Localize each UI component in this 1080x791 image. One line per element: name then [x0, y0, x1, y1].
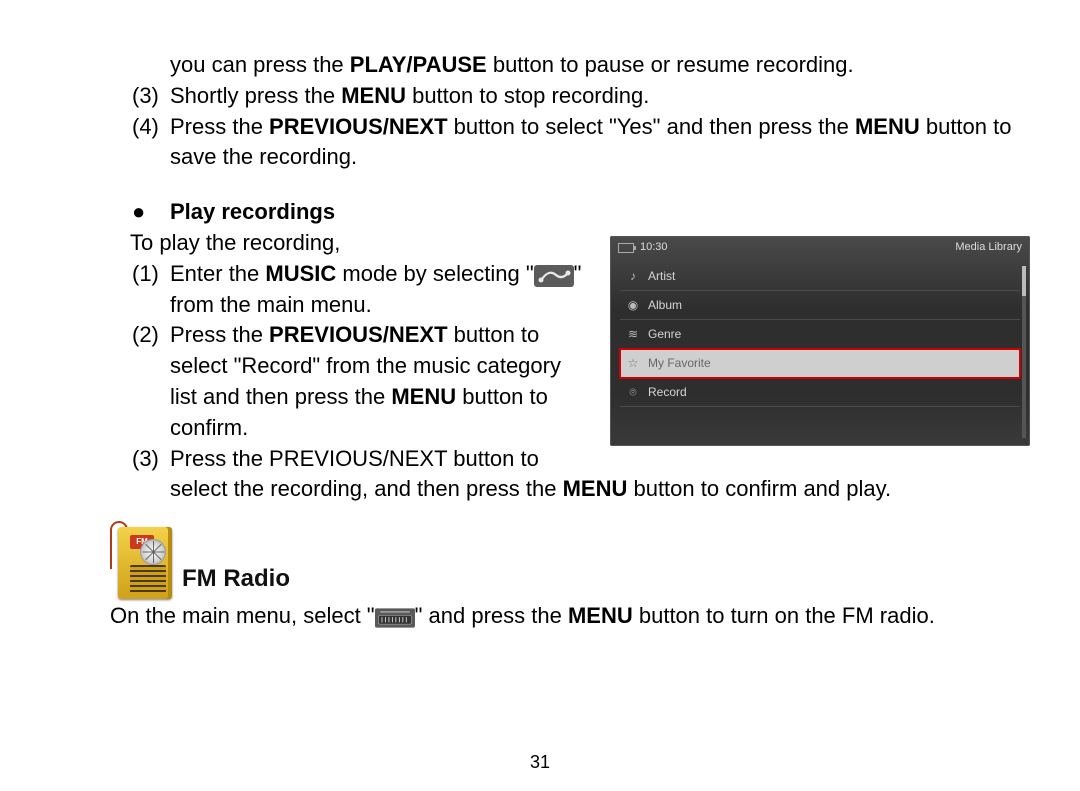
button-name-prevnext: PREVIOUS/NEXT [269, 322, 447, 347]
row-label: Record [648, 384, 687, 401]
play-item-1: (1)Enter the MUSIC mode by selecting " "… [50, 259, 592, 321]
list-row-record: ⌾ Record [620, 378, 1020, 407]
fm-instruction-line: On the main menu, select " " and press t… [50, 601, 1030, 632]
fm-radio-icon: FM [110, 521, 172, 599]
text: button to select "Yes" and then press th… [448, 114, 855, 139]
item-number: (3) [132, 444, 170, 475]
text: Press the [170, 114, 269, 139]
section-heading-fm-radio: FM Radio [182, 562, 290, 600]
button-name-menu: MENU [563, 476, 628, 501]
row-label: My Favorite [648, 355, 711, 372]
text: button to confirm and play. [627, 476, 891, 501]
play-item-3-start: (3)Press the PREVIOUS/NEXT button to [50, 444, 592, 475]
list-row-album: ◉ Album [620, 291, 1020, 320]
battery-icon [618, 243, 634, 253]
music-mode-icon [534, 265, 574, 287]
row-label: Album [648, 297, 682, 314]
list-item-3: (3)Shortly press the MENU button to stop… [50, 81, 1030, 112]
text: button to stop recording. [406, 83, 649, 108]
mode-name-music: MUSIC [265, 261, 336, 286]
intro-line: To play the recording, [50, 228, 592, 259]
text: select the recording, and then press the [170, 476, 563, 501]
section-fm-radio: FM FM Radio [50, 521, 1030, 599]
list-row-genre: ≋ Genre [620, 320, 1020, 349]
artist-icon: ♪ [626, 268, 640, 285]
button-name-playpause: PLAY/PAUSE [350, 52, 487, 77]
text: button to turn on the FM radio. [633, 603, 935, 628]
favorite-icon: ☆ [626, 355, 640, 372]
text: you can press the [170, 52, 350, 77]
text: button to pause or resume recording. [487, 52, 854, 77]
text: Shortly press the [170, 83, 341, 108]
scrollbar [1022, 266, 1026, 438]
genre-icon: ≋ [626, 326, 640, 343]
row-label: Artist [648, 268, 675, 285]
manual-page: you can press the PLAY/PAUSE button to p… [0, 0, 1080, 791]
button-name-menu: MENU [391, 384, 456, 409]
device-screenshot-media-library: 10:30 Media Library ♪ Artist ◉ Album ≋ [610, 236, 1030, 446]
heading-text: Play recordings [170, 199, 335, 224]
item-number: (3) [132, 81, 170, 112]
play-item-3-wrap: select the recording, and then press the… [50, 474, 1030, 505]
section-heading-play-recordings: ●Play recordings [50, 197, 1030, 228]
fm-mode-icon [375, 607, 415, 629]
text: Enter the [170, 261, 265, 286]
play-item-2: (2)Press the PREVIOUS/NEXT button to sel… [50, 320, 592, 443]
page-number: 31 [0, 752, 1080, 773]
button-name-menu: MENU [568, 603, 633, 628]
text: On the main menu, select " [110, 603, 375, 628]
item-number: (1) [132, 259, 170, 290]
bullet-icon: ● [132, 197, 170, 228]
list-row-artist: ♪ Artist [620, 262, 1020, 291]
button-name-menu: MENU [341, 83, 406, 108]
text: Press the [170, 322, 269, 347]
item-number: (4) [132, 112, 170, 143]
list-item-4: (4)Press the PREVIOUS/NEXT button to sel… [50, 112, 1030, 174]
list-row-my-favorite: ☆ My Favorite [620, 349, 1020, 378]
media-library-list: ♪ Artist ◉ Album ≋ Genre ☆ My Favorite [620, 262, 1020, 407]
button-name-prevnext: PREVIOUS/NEXT [269, 114, 447, 139]
text: mode by selecting " [336, 261, 533, 286]
button-name-menu: MENU [855, 114, 920, 139]
album-icon: ◉ [626, 297, 640, 314]
screen-title: Media Library [955, 240, 1022, 255]
paragraph-continuation: you can press the PLAY/PAUSE button to p… [50, 50, 1030, 81]
text: " and press the [415, 603, 568, 628]
row-label: Genre [648, 326, 681, 343]
status-time: 10:30 [640, 240, 668, 255]
record-icon: ⌾ [626, 384, 640, 401]
item-number: (2) [132, 320, 170, 351]
